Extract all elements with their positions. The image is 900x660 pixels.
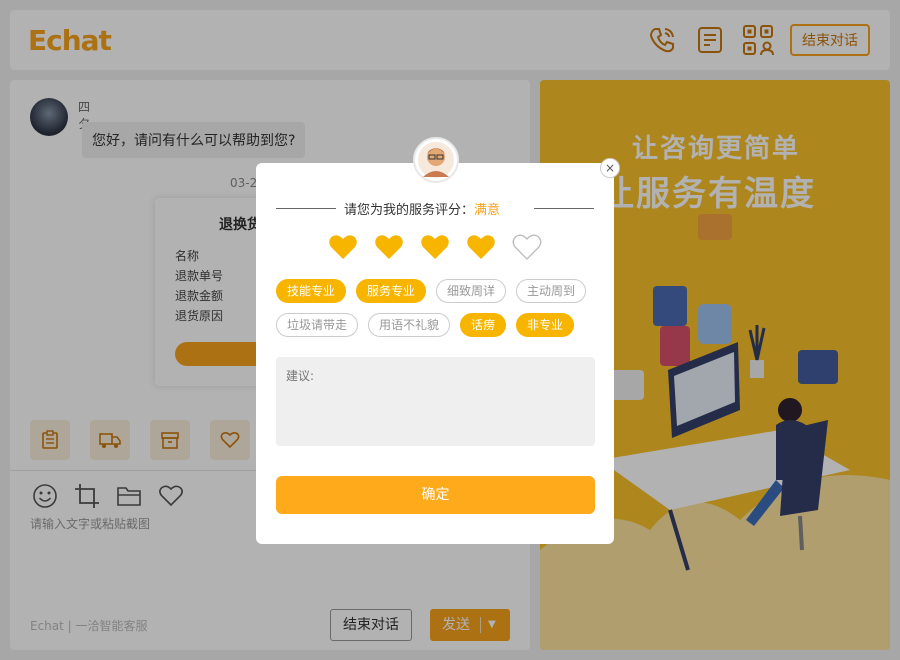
heart-outline-icon[interactable] — [512, 233, 542, 261]
rating-prompt-row: 请您为我的服务评分：满意 — [276, 199, 594, 218]
tag-option[interactable]: 细致周详 — [436, 279, 507, 303]
suggestion-input[interactable] — [276, 357, 595, 446]
divider — [534, 208, 594, 209]
tag-option[interactable]: 垃圾请带走 — [276, 313, 359, 337]
tag-option[interactable]: 话痨 — [460, 313, 507, 337]
rating-prompt: 请您为我的服务评分：满意 — [344, 203, 501, 218]
heart-icon[interactable] — [374, 233, 404, 261]
divider — [276, 208, 336, 209]
rating-hearts — [328, 233, 542, 261]
tag-option[interactable]: 主动周到 — [516, 279, 587, 303]
tag-row: 垃圾请带走 用语不礼貌 话痨 非专业 — [276, 313, 596, 337]
rating-result: 满意 — [474, 203, 501, 218]
heart-icon[interactable] — [466, 233, 496, 261]
rating-tags: 技能专业 服务专业 细致周详 主动周到 垃圾请带走 用语不礼貌 话痨 非专业 — [276, 279, 596, 347]
close-button[interactable]: × — [600, 158, 620, 178]
heart-icon[interactable] — [328, 233, 358, 261]
confirm-button[interactable]: 确定 — [276, 476, 595, 514]
agent-avatar — [413, 137, 459, 183]
tag-option[interactable]: 技能专业 — [276, 279, 347, 303]
tag-option[interactable]: 用语不礼貌 — [368, 313, 451, 337]
tag-row: 技能专业 服务专业 细致周详 主动周到 — [276, 279, 596, 303]
tag-option[interactable]: 非专业 — [516, 313, 575, 337]
rating-dialog: × 请您为我的服务评分：满意 技能专业 服务专业 细致周详 主动周到 垃圾请带走… — [256, 137, 620, 544]
heart-icon[interactable] — [420, 233, 450, 261]
tag-option[interactable]: 服务专业 — [356, 279, 427, 303]
